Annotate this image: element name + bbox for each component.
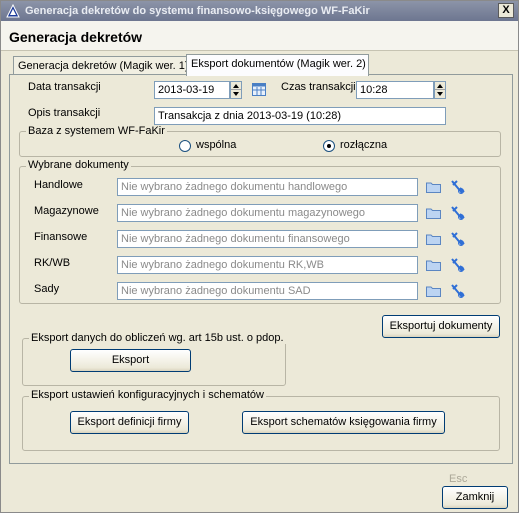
radio-rozlaczna[interactable] [323, 140, 335, 152]
radio-rozlaczna-label[interactable]: rozłączna [340, 139, 387, 151]
folder-icon[interactable] [426, 233, 441, 245]
radio-wspolna[interactable] [179, 140, 191, 152]
doc-row-label: Finansowe [34, 231, 88, 243]
date-field[interactable]: 2013-03-19 [154, 81, 230, 99]
radio-wspolna-label[interactable]: wspólna [196, 139, 236, 151]
dialog-window: Generacja dekretów do systemu finansowo-… [0, 0, 519, 513]
export-accounting-schemas-button[interactable]: Eksport schematów księgowania firmy [242, 411, 445, 434]
esc-hint: Esc [449, 473, 468, 485]
doc-row-label: RK/WB [34, 257, 71, 269]
window-title: Generacja dekretów do systemu finansowo-… [25, 5, 370, 17]
spin-up-icon[interactable] [435, 82, 445, 90]
date-label: Data transakcji [28, 81, 101, 93]
spin-down-icon[interactable] [435, 90, 445, 98]
doc-row-label: Magazynowe [34, 205, 99, 217]
magazynowe-field[interactable]: Nie wybrano żadnego dokumentu magazynowe… [117, 204, 418, 222]
clear-selection-icon[interactable] [449, 231, 465, 247]
spin-up-icon[interactable] [231, 82, 241, 90]
description-label: Opis transakcji [28, 107, 101, 119]
close-button[interactable]: Zamknij [442, 486, 508, 509]
tab-generacja-dekretow[interactable]: Generacja dekretów (Magik wer. 1) [13, 56, 189, 76]
time-spinner[interactable] [434, 81, 446, 99]
app-logo-icon [6, 4, 20, 18]
finansowe-field[interactable]: Nie wybrano żadnego dokumentu finansoweg… [117, 230, 418, 248]
tab-label: Eksport dokumentów (Magik wer. 2) [191, 58, 366, 70]
header-area: Generacja dekretów [1, 21, 518, 51]
documents-group-title: Wybrane dokumenty [26, 159, 131, 171]
export-documents-button[interactable]: Eksportuj dokumenty [382, 315, 500, 338]
export-config-group-title: Eksport ustawień konfiguracyjnych i sche… [29, 389, 266, 401]
time-field[interactable]: 10:28 [356, 81, 434, 99]
page-title: Generacja dekretów [9, 29, 143, 45]
calendar-icon[interactable] [252, 83, 266, 96]
tab-eksport-dokumentow[interactable]: Eksport dokumentów (Magik wer. 2) [186, 54, 369, 76]
time-label: Czas transakcji [281, 81, 356, 93]
date-spinner[interactable] [230, 81, 242, 99]
description-field[interactable]: Transakcja z dnia 2013-03-19 (10:28) [154, 107, 446, 125]
tab-label: Generacja dekretów (Magik wer. 1) [18, 60, 189, 72]
doc-row-label: Sady [34, 283, 60, 295]
folder-icon[interactable] [426, 207, 441, 219]
spin-down-icon[interactable] [231, 90, 241, 98]
base-group-title: Baza z systemem WF-FaKir [26, 125, 167, 137]
window-close-button[interactable]: X [498, 3, 514, 18]
folder-icon[interactable] [426, 181, 441, 193]
export-button[interactable]: Eksport [70, 349, 191, 372]
folder-icon[interactable] [426, 285, 441, 297]
rkwb-field[interactable]: Nie wybrano żadnego dokumentu RK,WB [117, 256, 418, 274]
title-bar[interactable]: Generacja dekretów do systemu finansowo-… [1, 1, 518, 21]
clear-selection-icon[interactable] [449, 257, 465, 273]
export-calc-group-title: Eksport danych do obliczeń wg. art 15b u… [29, 332, 286, 344]
export-company-definition-button[interactable]: Eksport definicji firmy [70, 411, 189, 434]
handlowe-field[interactable]: Nie wybrano żadnego dokumentu handlowego [117, 178, 418, 196]
clear-selection-icon[interactable] [449, 283, 465, 299]
doc-row-label: Handlowe [34, 179, 83, 191]
clear-selection-icon[interactable] [449, 179, 465, 195]
sady-field[interactable]: Nie wybrano żadnego dokumentu SAD [117, 282, 418, 300]
clear-selection-icon[interactable] [449, 205, 465, 221]
folder-icon[interactable] [426, 259, 441, 271]
